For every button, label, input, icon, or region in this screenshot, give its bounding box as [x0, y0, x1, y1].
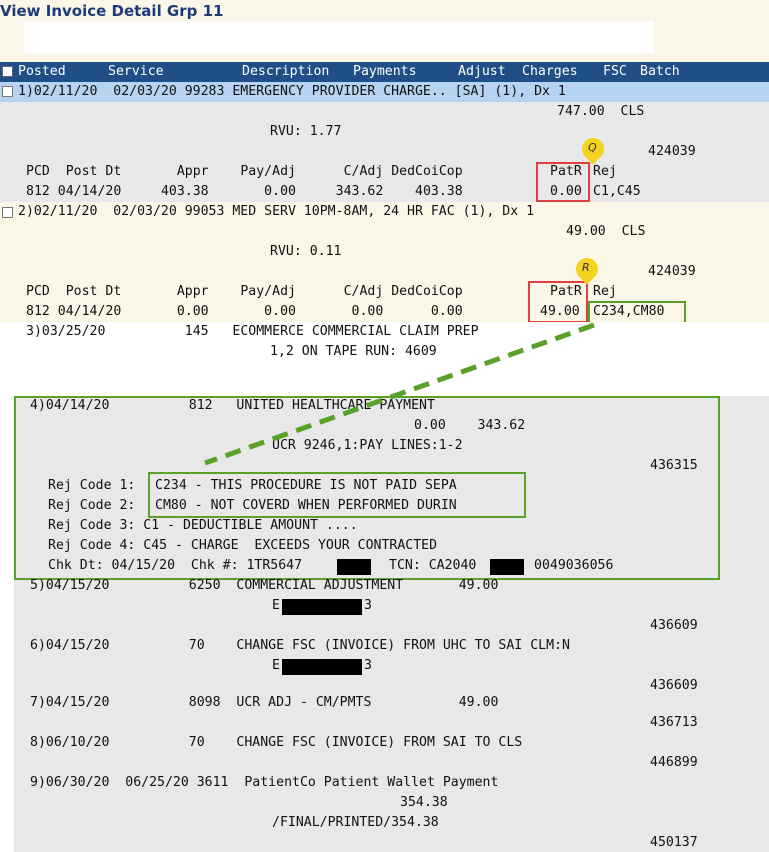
row-1-sub-head: PCD Post Dt Appr Pay/Adj C/Adj DedCoiCop [26, 164, 463, 179]
row-6-batch: 436609 [650, 678, 698, 693]
row-2-rej-label: Rej [593, 284, 617, 299]
row-5-line[interactable]: 5)04/15/20 6250 COMMERCIAL ADJUSTMENT 49… [30, 577, 498, 595]
patr-highlight-box-2 [528, 281, 588, 323]
annotation-pin-r-label: R [582, 261, 590, 274]
row-3-sub: 1,2 ON TAPE RUN: 4609 [270, 344, 437, 359]
col-description[interactable]: Description [242, 64, 329, 79]
row-6-code-suffix: 3 [364, 658, 372, 673]
row-6-line[interactable]: 6)04/15/20 70 CHANGE FSC (INVOICE) FROM … [30, 637, 570, 655]
annotation-pin-q-label: Q [588, 141, 597, 154]
search-input[interactable] [24, 21, 654, 53]
row-1-batch: 424039 [648, 144, 696, 159]
patr-highlight-box-1 [536, 162, 590, 202]
row-5-code-prefix: E [272, 598, 280, 613]
col-batch[interactable]: Batch [640, 64, 680, 79]
row-2-batch: 424039 [648, 264, 696, 279]
redacted-adjustment-code [282, 599, 362, 615]
row-3-line[interactable]: 3)03/25/20 145 ECOMMERCE COMMERCIAL CLAI… [26, 323, 479, 341]
row-2-line[interactable]: 2)02/11/20 02/03/20 99053 MED SERV 10PM-… [18, 203, 534, 221]
row-9-amount: 354.38 [400, 795, 448, 810]
row-1-sub-vals: 812 04/14/20 403.38 0.00 343.62 403.38 [26, 184, 463, 199]
row-2-amount: 49.00 CLS [566, 224, 646, 239]
redacted-claim-code [282, 659, 362, 675]
col-payments[interactable]: Payments [353, 64, 417, 79]
page-title: View Invoice Detail Grp 11 [0, 2, 224, 20]
row-2-checkbox[interactable] [2, 207, 13, 218]
row-2-sub-head: PCD Post Dt Appr Pay/Adj C/Adj DedCoiCop [26, 284, 463, 299]
col-charges[interactable]: Charges [522, 64, 578, 79]
col-posted[interactable]: Posted [18, 64, 66, 79]
row-9-final: /FINAL/PRINTED/354.38 [272, 815, 439, 830]
row-2-rvu: RVU: 0.11 [270, 244, 342, 259]
select-all-checkbox[interactable] [2, 66, 13, 77]
column-header: Posted Service Description Payments Adju… [0, 62, 769, 82]
row-2-sub-vals: 812 04/14/20 0.00 0.00 0.00 0.00 [26, 304, 463, 319]
row-9-line[interactable]: 9)06/30/20 06/25/20 3611 PatientCo Patie… [30, 774, 498, 792]
row-7-batch: 436713 [650, 715, 698, 730]
row-1-checkbox[interactable] [2, 86, 13, 97]
row-1-rvu: RVU: 1.77 [270, 124, 342, 139]
col-adjust[interactable]: Adjust [458, 64, 506, 79]
col-service[interactable]: Service [108, 64, 164, 79]
row-1-line[interactable]: 1)02/11/20 02/03/20 99283 EMERGENCY PROV… [18, 83, 566, 101]
row-8-line[interactable]: 8)06/10/20 70 CHANGE FSC (INVOICE) FROM … [30, 734, 522, 752]
row-1-amount: 747.00 CLS [557, 104, 645, 119]
row-8-batch: 446899 [650, 755, 698, 770]
col-fsc[interactable]: FSC [603, 64, 627, 79]
row-5-code-suffix: 3 [364, 598, 372, 613]
row-9-batch: 450137 [650, 835, 698, 850]
row-6-code-prefix: E [272, 658, 280, 673]
row-7-line[interactable]: 7)04/15/20 8098 UCR ADJ - CM/PMTS 49.00 [30, 694, 498, 712]
rej-codes-highlight-box [148, 472, 526, 518]
row-1-rej-value: C1,C45 [593, 184, 641, 199]
row-1-rej-label: Rej [593, 164, 617, 179]
row-5-batch: 436609 [650, 618, 698, 633]
